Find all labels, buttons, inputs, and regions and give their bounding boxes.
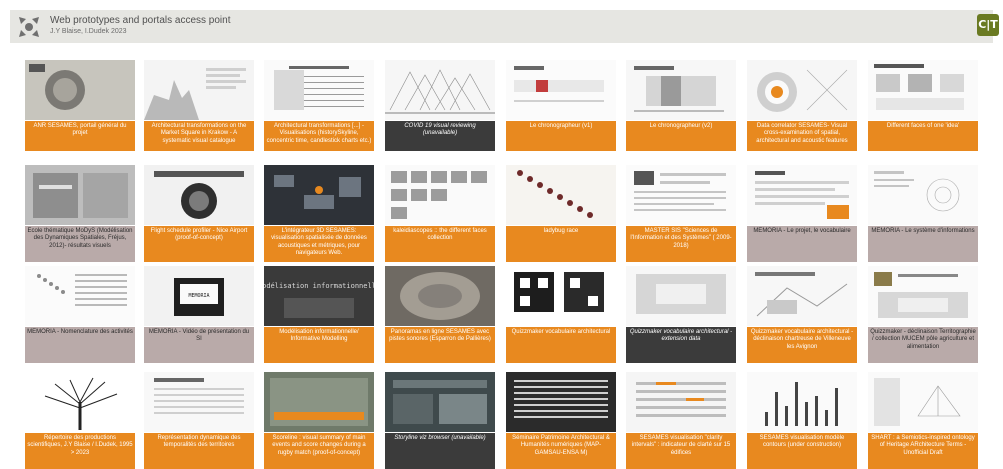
- prototype-link-label[interactable]: Flight schedule profiler - Nice Airport …: [144, 226, 254, 262]
- prototype-thumbnail[interactable]: [506, 60, 616, 120]
- prototype-thumbnail[interactable]: [385, 372, 495, 432]
- prototype-thumbnail[interactable]: [747, 60, 857, 120]
- prototype-link-label[interactable]: Le chronographeur (v1): [506, 121, 616, 151]
- prototype-thumbnail[interactable]: [144, 372, 254, 432]
- prototype-link-label[interactable]: Le chronographeur (v2): [626, 121, 736, 151]
- prototype-thumbnail[interactable]: [25, 165, 135, 225]
- prototype-thumbnail[interactable]: [264, 372, 374, 432]
- prototype-link-label[interactable]: Quizzmaker - déclinaison Territographie …: [868, 327, 978, 363]
- prototype-thumbnail[interactable]: [506, 372, 616, 432]
- compass-arrows-icon: [19, 17, 39, 37]
- prototype-link-label[interactable]: Storyline viz browser (unavailable): [385, 433, 495, 469]
- prototype-thumbnail[interactable]: [747, 165, 857, 225]
- prototype-link-label[interactable]: Séminaire Patrimoine Architectural & Hum…: [506, 433, 616, 469]
- page-authors: J.Y Blaise, I.Dudek 2023: [50, 28, 127, 35]
- modelling-thumb-text: modélisation informationnelle: [264, 282, 374, 290]
- prototype-link-label[interactable]: kaleidiascopes :: the different faces co…: [385, 226, 495, 262]
- prototype-link-label[interactable]: MEMORIA - Vidéo de présentation du SI: [144, 327, 254, 363]
- prototype-link-label[interactable]: MEMORIA - Le projet, le vocabulaire: [747, 226, 857, 262]
- prototype-thumbnail[interactable]: [747, 372, 857, 432]
- prototype-link-label[interactable]: Quizzmaker vocabulaire architectural - e…: [626, 327, 736, 363]
- prototype-thumbnail[interactable]: [747, 266, 857, 326]
- prototype-link-label[interactable]: Panoramas en ligne SESAMES avec pistes s…: [385, 327, 495, 363]
- prototype-link-label[interactable]: Different faces of one 'idea': [868, 121, 978, 151]
- prototype-thumbnail[interactable]: [506, 165, 616, 225]
- prototype-link-label[interactable]: ladybug race: [506, 226, 616, 262]
- prototype-thumbnail[interactable]: [25, 372, 135, 432]
- prototype-link-label[interactable]: Architectural transformations [...] - Vi…: [264, 121, 374, 151]
- prototype-thumbnail[interactable]: [868, 60, 978, 120]
- prototype-thumbnail[interactable]: [25, 60, 135, 120]
- prototype-thumbnail[interactable]: [626, 266, 736, 326]
- prototype-link-label[interactable]: MEMORIA - Le système d'informations: [868, 226, 978, 262]
- prototype-thumbnail[interactable]: [264, 165, 374, 225]
- prototype-thumbnail[interactable]: [506, 266, 616, 326]
- prototype-link-label[interactable]: Modélisation informationnelle/ Informati…: [264, 327, 374, 363]
- prototype-link-label[interactable]: SESAMES visualisation "clarity intervals…: [626, 433, 736, 469]
- prototype-link-label[interactable]: Quizzmaker vocabulaire architectural: [506, 327, 616, 363]
- prototype-thumbnail[interactable]: MEMORIA: [144, 266, 254, 326]
- prototype-link-label[interactable]: Quizzmaker vocabulaire architectural - d…: [747, 327, 857, 363]
- prototype-link-label[interactable]: Ecole thématique MoDyS (Modélisation des…: [25, 226, 135, 262]
- prototype-thumbnail[interactable]: modélisation informationnelle: [264, 266, 374, 326]
- prototype-link-label[interactable]: ANR SESAMES, portail général du projet: [25, 121, 135, 151]
- prototype-thumbnail[interactable]: [264, 60, 374, 120]
- page-header: Web prototypes and portals access point …: [10, 10, 999, 43]
- memoria-thumb-text: MEMORIA: [188, 293, 209, 299]
- prototype-thumbnail[interactable]: [626, 60, 736, 120]
- prototype-link-label[interactable]: Scoreline : visual summary of main event…: [264, 433, 374, 469]
- ct-logo-badge[interactable]: C|T: [977, 14, 999, 36]
- prototype-link-label[interactable]: SESAMES visualisation modèle contours (u…: [747, 433, 857, 469]
- prototype-thumbnail[interactable]: [385, 60, 495, 120]
- prototype-link-label[interactable]: Data correlator SESAMES- Visual cross-ex…: [747, 121, 857, 151]
- prototype-link-label[interactable]: L'intégrateur 3D SESAMES: visualisation …: [264, 226, 374, 262]
- prototype-thumbnail[interactable]: [144, 60, 254, 120]
- prototype-thumbnail[interactable]: [868, 266, 978, 326]
- prototype-link-label[interactable]: COVID 19 visual reviewing (unavailable): [385, 121, 495, 151]
- prototype-link-label[interactable]: Représentation dynamique des temporalité…: [144, 433, 254, 469]
- prototype-thumbnail[interactable]: [385, 266, 495, 326]
- prototype-thumbnail[interactable]: [626, 372, 736, 432]
- prototype-link-label[interactable]: Architectural transformations on the Mar…: [144, 121, 254, 151]
- prototype-link-label[interactable]: Répertoire des productions scientifiques…: [25, 433, 135, 469]
- prototype-link-label[interactable]: SHART : a Semiotics-inspired ontology of…: [868, 433, 978, 469]
- prototype-thumbnail[interactable]: [144, 165, 254, 225]
- prototype-thumbnail[interactable]: [868, 372, 978, 432]
- prototype-thumbnail[interactable]: [385, 165, 495, 225]
- prototype-link-label[interactable]: MASTER SIS "Sciences de l'Information et…: [626, 226, 736, 262]
- prototype-link-label[interactable]: MEMORIA - Nomenclature des activités: [25, 327, 135, 363]
- prototype-thumbnail[interactable]: [25, 266, 135, 326]
- prototype-thumbnail[interactable]: [626, 165, 736, 225]
- prototype-thumbnail[interactable]: [868, 165, 978, 225]
- page-title: Web prototypes and portals access point: [50, 15, 231, 26]
